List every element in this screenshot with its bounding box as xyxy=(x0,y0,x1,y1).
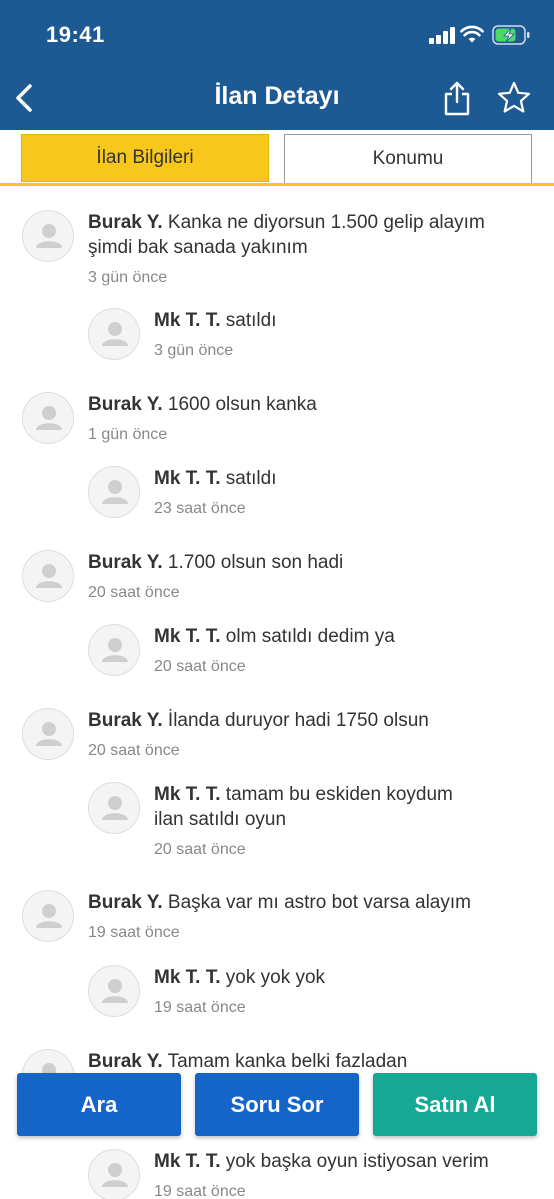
buy-button[interactable]: Satın Al xyxy=(373,1073,537,1136)
comment-body: Mk T. T. satıldı 3 gün önce xyxy=(154,308,518,363)
comment-text: Tamam kanka belki fazladan xyxy=(167,1051,408,1072)
comment-body: Mk T. T. yok yok yok 19 saat önce xyxy=(154,965,518,1020)
comment-author[interactable]: Mk T. T. xyxy=(154,310,221,331)
avatar[interactable] xyxy=(22,550,74,602)
status-bar: 19:41 xyxy=(0,0,554,70)
comment-body: Mk T. T. satıldı 23 saat önce xyxy=(154,466,518,521)
comment-time: 19 saat önce xyxy=(154,999,246,1016)
comment-body: Burak Y. İlanda duruyor hadi 1750 olsun 2… xyxy=(88,708,522,763)
avatar[interactable] xyxy=(88,466,140,518)
comment-text: 1.700 olsun son hadi xyxy=(167,552,344,573)
comment-time: 20 saat önce xyxy=(154,841,246,858)
navigation-bar: İlan Detayı xyxy=(0,70,554,130)
comment-body: Burak Y. 1600 olsun kanka 1 gün önce xyxy=(88,392,522,447)
comment-author[interactable]: Burak Y. xyxy=(88,1051,163,1072)
comment-author[interactable]: Mk T. T. xyxy=(154,967,221,988)
status-time: 19:41 xyxy=(46,22,105,47)
comment-time: 3 gün önce xyxy=(154,342,234,359)
comment-time: 20 saat önce xyxy=(88,584,180,601)
comment-author[interactable]: Burak Y. xyxy=(88,552,163,573)
comment-author[interactable]: Burak Y. xyxy=(88,394,163,415)
comment-author[interactable]: Burak Y. xyxy=(88,892,163,913)
tab-location[interactable]: Konumu xyxy=(284,134,532,183)
comment-body: Mk T. T. olm satıldı dedim ya 20 saat önc… xyxy=(154,624,518,679)
comment-author[interactable]: Burak Y. xyxy=(88,212,163,233)
favorite-star-icon[interactable] xyxy=(496,80,532,116)
comment-text: olm satıldı dedim ya xyxy=(225,626,395,647)
comment-time: 1 gün önce xyxy=(88,426,168,443)
avatar[interactable] xyxy=(22,890,74,942)
comment-body: Burak Y. Başka var mı astro bot varsa al… xyxy=(88,890,522,945)
comment-body: Burak Y. Kanka ne diyorsun 1.500 gelip a… xyxy=(88,210,522,290)
comment-body: Mk T. T. tamam bu eskiden koydum ilan sa… xyxy=(154,782,468,862)
comment-time: 3 gün önce xyxy=(88,269,168,286)
comment-time: 23 saat önce xyxy=(154,500,246,517)
avatar[interactable] xyxy=(88,624,140,676)
app-header: 19:41 İlan Detayı xyxy=(0,0,554,130)
cellular-signal-icon xyxy=(429,26,455,44)
avatar[interactable] xyxy=(88,1149,140,1199)
comment-time: 20 saat önce xyxy=(88,742,180,759)
comment-text: satıldı xyxy=(225,310,277,331)
comment-author[interactable]: Mk T. T. xyxy=(154,1151,221,1172)
comment-body: Burak Y. 1.700 olsun son hadi 20 saat önc… xyxy=(88,550,522,605)
comment-text: yok başka oyun istiyosan verim xyxy=(225,1151,489,1172)
comment-time: 19 saat önce xyxy=(88,924,180,941)
comment-author[interactable]: Mk T. T. xyxy=(154,626,221,647)
wifi-icon xyxy=(460,25,484,43)
comment-list[interactable]: Burak Y. Kanka ne diyorsun 1.500 gelip a… xyxy=(0,186,554,1199)
comment-time: 19 saat önce xyxy=(154,1183,246,1199)
tab-bar: İlan Bilgileri Konumu xyxy=(0,130,554,186)
share-icon[interactable] xyxy=(442,80,472,118)
comment-text: 1600 olsun kanka xyxy=(167,394,317,415)
call-button[interactable]: Ara xyxy=(17,1073,181,1136)
battery-charging-icon xyxy=(492,25,530,45)
comment-author[interactable]: Burak Y. xyxy=(88,710,163,731)
avatar[interactable] xyxy=(22,708,74,760)
comment-author[interactable]: Mk T. T. xyxy=(154,468,221,489)
avatar[interactable] xyxy=(88,965,140,1017)
action-bar: Ara Soru Sor Satın Al xyxy=(0,1073,554,1137)
comment-author[interactable]: Mk T. T. xyxy=(154,784,221,805)
comment-time: 20 saat önce xyxy=(154,658,246,675)
avatar[interactable] xyxy=(22,392,74,444)
avatar[interactable] xyxy=(88,782,140,834)
tab-listing-info[interactable]: İlan Bilgileri xyxy=(21,134,269,182)
comment-text: satıldı xyxy=(225,468,277,489)
avatar[interactable] xyxy=(88,308,140,360)
comment-text: yok yok yok xyxy=(225,967,326,988)
ask-question-button[interactable]: Soru Sor xyxy=(195,1073,359,1136)
comment-text: Başka var mı astro bot varsa alayım xyxy=(167,892,471,913)
avatar[interactable] xyxy=(22,210,74,262)
comment-text: İlanda duruyor hadi 1750 olsun xyxy=(167,710,429,731)
comment-body: Mk T. T. yok başka oyun istiyosan verim 1… xyxy=(154,1149,518,1199)
